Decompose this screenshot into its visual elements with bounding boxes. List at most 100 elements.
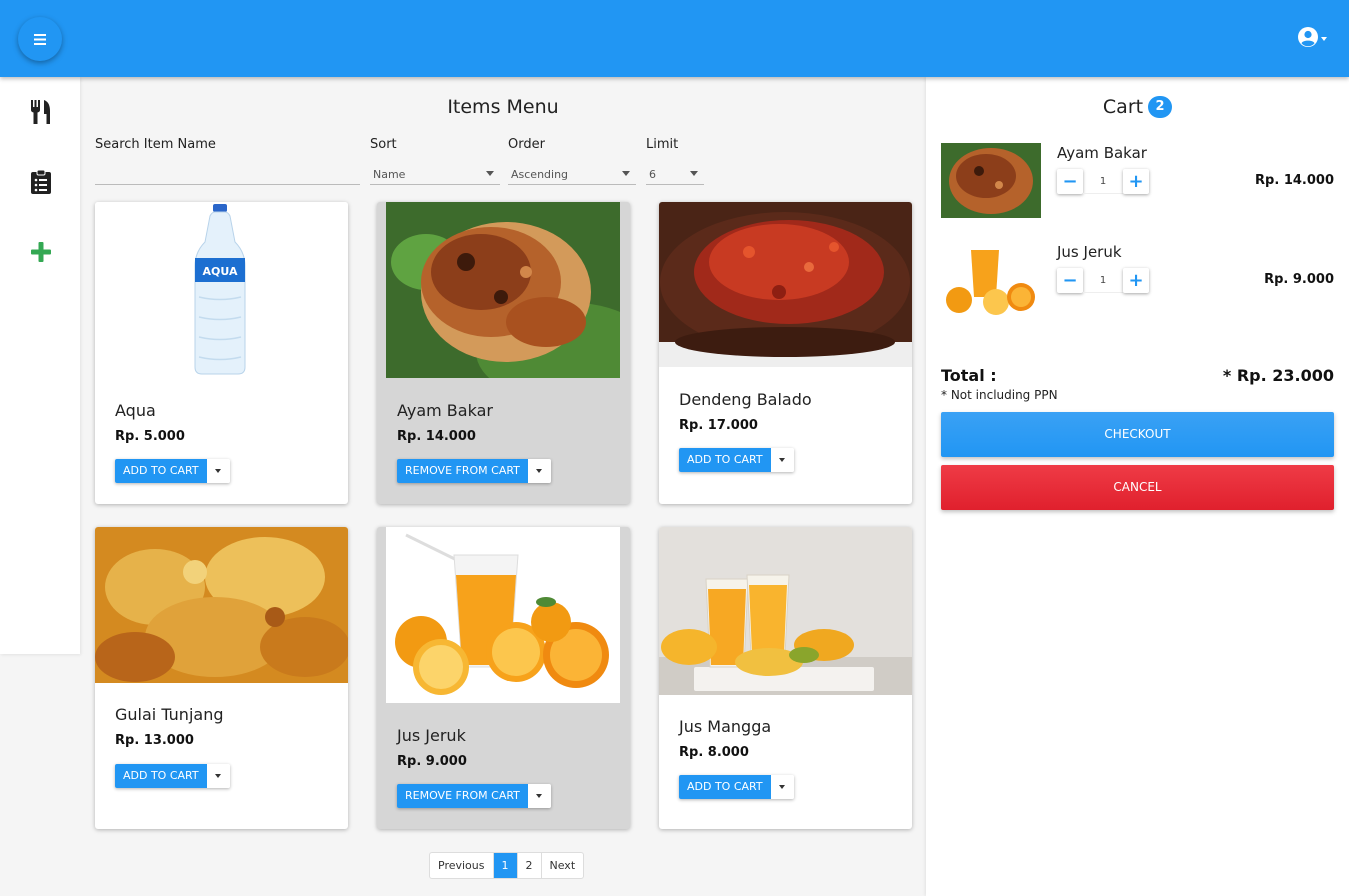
chevron-down-icon — [486, 171, 494, 176]
item-name: Ayam Bakar — [397, 401, 493, 420]
cart-item-name: Jus Jeruk — [1057, 243, 1122, 261]
chevron-down-icon — [779, 458, 786, 462]
item-name: Jus Jeruk — [397, 726, 466, 745]
user-circle-icon — [1298, 27, 1318, 47]
item-image-gulai-tunjang — [95, 527, 348, 683]
svg-text:AQUA: AQUA — [203, 265, 238, 278]
item-image-jus-mangga — [659, 527, 912, 695]
limit-value: 6 — [649, 168, 656, 181]
quantity-stepper: − 1 + — [1057, 268, 1149, 293]
tax-note: * Not including PPN — [941, 388, 1058, 402]
chevron-down-icon — [779, 785, 786, 789]
page-title: Items Menu — [447, 96, 559, 118]
cart-action-group: ADD TO CART — [115, 459, 230, 483]
order-select[interactable]: Ascending — [508, 165, 636, 185]
add-to-cart-button[interactable]: ADD TO CART — [679, 448, 771, 472]
cart-panel: Cart 2 Ayam Bakar − 1 + Rp. 14.000 Jus J… — [926, 77, 1349, 896]
add-to-cart-button[interactable]: ADD TO CART — [679, 775, 771, 799]
cart-item-price: Rp. 9.000 — [1264, 272, 1334, 287]
increase-quantity-button[interactable]: + — [1123, 268, 1149, 293]
add-to-cart-button[interactable]: ADD TO CART — [115, 459, 207, 483]
sidebar-item-add[interactable] — [28, 239, 54, 265]
quantity-field[interactable]: 1 — [1083, 169, 1123, 194]
sort-select[interactable]: Name — [370, 165, 500, 185]
item-price: Rp. 9.000 — [397, 754, 467, 769]
cart-item-name: Ayam Bakar — [1057, 144, 1147, 162]
page-2-button[interactable]: 2 — [518, 853, 542, 878]
quantity-stepper: − 1 + — [1057, 169, 1149, 194]
add-to-cart-button[interactable]: ADD TO CART — [115, 764, 207, 788]
menu-item-card: Jus Jeruk Rp. 9.000 REMOVE FROM CART — [377, 527, 630, 829]
sort-value: Name — [373, 168, 406, 181]
item-name: Aqua — [115, 401, 156, 420]
next-page-button[interactable]: Next — [542, 853, 584, 878]
chevron-down-icon — [536, 794, 543, 798]
item-price: Rp. 8.000 — [679, 745, 749, 760]
remove-from-cart-button[interactable]: REMOVE FROM CART — [397, 784, 528, 808]
quantity-field[interactable]: 1 — [1083, 268, 1123, 293]
menu-item-card: Ayam Bakar Rp. 14.000 REMOVE FROM CART — [377, 202, 630, 504]
item-name: Gulai Tunjang — [115, 705, 224, 724]
top-app-bar — [0, 0, 1349, 77]
cart-title: Cart — [1102, 96, 1144, 118]
sidebar — [0, 77, 80, 654]
utensils-icon — [31, 100, 50, 124]
menu-item-card: Gulai Tunjang Rp. 13.000 ADD TO CART — [95, 527, 348, 829]
chevron-down-icon — [536, 469, 543, 473]
cart-action-group: REMOVE FROM CART — [397, 459, 551, 483]
plus-icon — [31, 242, 51, 262]
item-price: Rp. 5.000 — [115, 429, 185, 444]
item-price: Rp. 14.000 — [397, 429, 476, 444]
search-label: Search Item Name — [95, 137, 216, 152]
cart-action-group: ADD TO CART — [679, 775, 794, 799]
pagination: Previous 1 2 Next — [429, 852, 585, 879]
menu-item-card: Jus Mangga Rp. 8.000 ADD TO CART — [659, 527, 912, 829]
cart-item-image-ayam-bakar — [941, 143, 1041, 218]
dropdown-toggle[interactable] — [770, 448, 794, 472]
checkout-button[interactable]: CHECKOUT — [941, 412, 1334, 457]
cart-action-group: REMOVE FROM CART — [397, 784, 551, 808]
decrease-quantity-button[interactable]: − — [1057, 268, 1083, 293]
chevron-down-icon — [690, 171, 698, 176]
dropdown-toggle[interactable] — [206, 459, 230, 483]
item-name: Dendeng Balado — [679, 390, 812, 409]
dropdown-toggle[interactable] — [770, 775, 794, 799]
total-value: * Rp. 23.000 — [1222, 366, 1334, 385]
increase-quantity-button[interactable]: + — [1123, 169, 1149, 194]
hamburger-icon — [34, 33, 46, 45]
cancel-button[interactable]: CANCEL — [941, 465, 1334, 510]
search-input[interactable] — [95, 184, 360, 185]
chevron-down-icon — [215, 774, 222, 778]
menu-item-card: AQUA Aqua Rp. 5.000 ADD TO CART — [95, 202, 348, 504]
menu-button[interactable] — [18, 17, 62, 61]
cart-item-price: Rp. 14.000 — [1255, 173, 1334, 188]
item-price: Rp. 13.000 — [115, 733, 194, 748]
remove-from-cart-button[interactable]: REMOVE FROM CART — [397, 459, 528, 483]
cart-action-group: ADD TO CART — [679, 448, 794, 472]
item-price: Rp. 17.000 — [679, 418, 758, 433]
cart-action-group: ADD TO CART — [115, 764, 230, 788]
chevron-down-icon — [215, 469, 222, 473]
chevron-down-icon — [1321, 36, 1327, 41]
page-1-button[interactable]: 1 — [493, 853, 518, 878]
item-image-dendeng-balado — [659, 202, 912, 367]
previous-page-button[interactable]: Previous — [430, 853, 494, 878]
account-menu-button[interactable] — [1297, 26, 1327, 48]
total-label: Total : — [941, 366, 997, 385]
order-label: Order — [508, 137, 545, 152]
dropdown-toggle[interactable] — [527, 784, 551, 808]
chevron-down-icon — [622, 171, 630, 176]
sidebar-item-orders[interactable] — [28, 169, 54, 195]
limit-select[interactable]: 6 — [646, 165, 704, 185]
item-image-aqua: AQUA — [95, 202, 348, 378]
decrease-quantity-button[interactable]: − — [1057, 169, 1083, 194]
item-name: Jus Mangga — [679, 717, 772, 736]
dropdown-toggle[interactable] — [527, 459, 551, 483]
items-menu-section: Items Menu Search Item Name Sort Name Or… — [80, 77, 926, 896]
cart-count-badge: 2 — [1148, 96, 1173, 118]
sidebar-item-menu[interactable] — [28, 99, 54, 125]
menu-item-card: Dendeng Balado Rp. 17.000 ADD TO CART — [659, 202, 912, 504]
limit-label: Limit — [646, 137, 679, 152]
item-image-ayam-bakar — [386, 202, 630, 402]
dropdown-toggle[interactable] — [206, 764, 230, 788]
